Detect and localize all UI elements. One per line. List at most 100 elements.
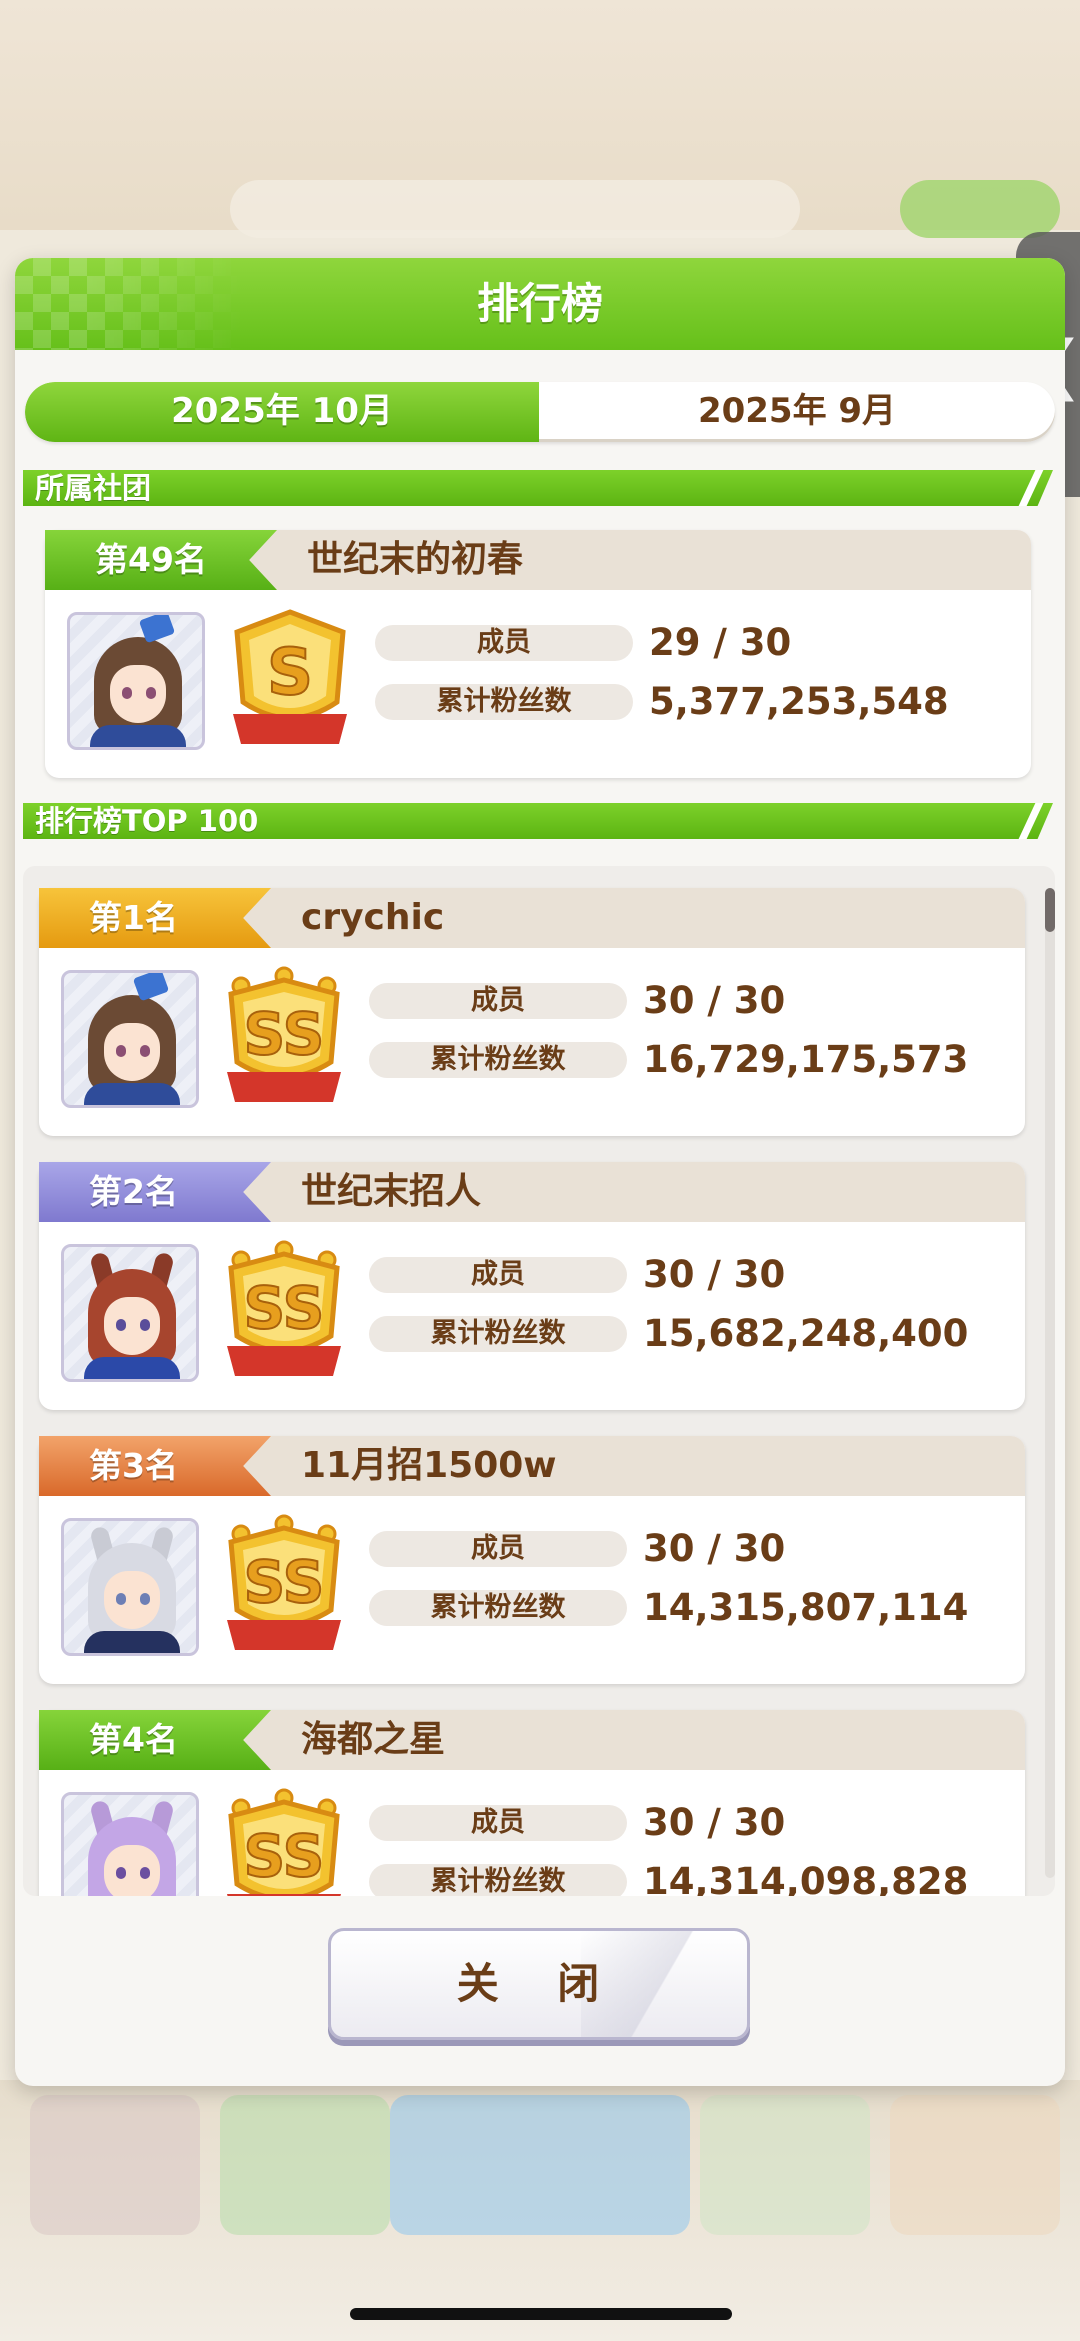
club-name: 11月招1500w	[301, 1445, 557, 1486]
close-button-label: 关 闭	[456, 1959, 622, 2008]
modal-title: 排行榜	[476, 279, 603, 328]
avatar-eye	[116, 1319, 126, 1331]
avatar-eye	[140, 1319, 150, 1331]
club-grade-badge-ss: SS	[219, 1238, 349, 1388]
avatar-collar	[84, 1083, 180, 1105]
fans-value: 15,682,248,400	[643, 1312, 969, 1355]
tab-current-month[interactable]: 2025年 10月	[25, 382, 539, 442]
scrollbar-track[interactable]	[1045, 888, 1055, 1878]
background-nav-tile	[30, 2095, 200, 2235]
background-nav-tile	[220, 2095, 390, 2235]
avatar-collar	[84, 1631, 180, 1653]
close-button[interactable]: 关 闭	[328, 1928, 750, 2040]
avatar-eye	[146, 687, 156, 699]
avatar-face	[104, 1571, 160, 1629]
background-button	[900, 180, 1060, 238]
club-leader-avatar[interactable]	[61, 1792, 199, 1896]
avatar-face	[104, 1845, 160, 1896]
rank-tag: 第49名	[45, 530, 277, 590]
ranking-modal: 排行榜 2025年 10月 2025年 9月 所属社团 第49名 世纪末的初春 …	[15, 258, 1065, 2086]
club-grade-badge-ss: SS	[219, 1512, 349, 1662]
fans-label: 累计粉丝数	[369, 1316, 627, 1352]
fans-value: 16,729,175,573	[643, 1038, 969, 1081]
rank-tag: 第3名	[39, 1436, 271, 1496]
club-grade-badge-ss: SS	[219, 1786, 349, 1896]
members-value: 30 / 30	[643, 1527, 786, 1570]
modal-header: 排行榜	[15, 258, 1065, 350]
avatar-eye	[116, 1045, 126, 1057]
members-value: 30 / 30	[643, 1801, 786, 1844]
card-header: 第2名 世纪末招人	[39, 1162, 1025, 1222]
fans-value: 5,377,253,548	[649, 680, 949, 723]
club-leader-avatar[interactable]	[61, 1244, 199, 1382]
fans-label: 累计粉丝数	[369, 1042, 627, 1078]
section-top100-label: 排行榜TOP 100	[35, 804, 259, 838]
background-search-bar	[230, 180, 800, 238]
club-name: crychic	[301, 897, 445, 938]
svg-text:SS: SS	[244, 1274, 325, 1342]
members-value: 30 / 30	[643, 979, 786, 1022]
fans-label: 累计粉丝数	[369, 1864, 627, 1896]
club-name: 世纪末的初春	[307, 539, 524, 580]
background-nav-tile	[890, 2095, 1060, 2235]
tab-previous-month[interactable]: 2025年 9月	[539, 382, 1055, 442]
grade-ss-icon: SS	[227, 1240, 341, 1376]
rank-tag: 第4名	[39, 1710, 271, 1770]
club-name: 世纪末招人	[301, 1171, 482, 1212]
background-nav-tile	[390, 2095, 690, 2235]
members-label: 成员	[369, 1531, 627, 1567]
members-label: 成员	[375, 625, 633, 661]
club-name: 海都之星	[301, 1719, 446, 1760]
scrollbar-thumb[interactable]	[1045, 888, 1055, 932]
svg-text:SS: SS	[244, 1548, 325, 1616]
rank-tag: 第1名	[39, 888, 271, 948]
svg-text:SS: SS	[244, 1822, 325, 1890]
grade-s-icon: S	[233, 609, 347, 744]
members-label: 成员	[369, 1257, 627, 1293]
card-header: 第4名 海都之星	[39, 1710, 1025, 1770]
ranking-list[interactable]: 第1名 crychic SS 成员 30 / 30 累计粉丝数 16,729,1…	[23, 866, 1063, 1896]
svg-text:S: S	[267, 636, 313, 710]
fans-value: 14,315,807,114	[643, 1586, 969, 1629]
avatar-eye	[140, 1867, 150, 1879]
avatar-collar	[90, 725, 186, 747]
ranking-item[interactable]: 第1名 crychic SS 成员 30 / 30 累计粉丝数 16,729,1…	[39, 888, 1025, 1136]
avatar-face	[104, 1297, 160, 1355]
month-tabs: 2025年 10月 2025年 9月	[25, 382, 1055, 442]
grade-ss-icon: SS	[227, 1514, 341, 1650]
fans-value: 14,314,098,828	[643, 1860, 969, 1897]
card-header: 第3名 11月招1500w	[39, 1436, 1025, 1496]
rank-tag: 第2名	[39, 1162, 271, 1222]
ranking-item[interactable]: 第4名 海都之星 SS 成员 30 / 30 累计粉丝数 14,314,098,…	[39, 1710, 1025, 1896]
club-leader-avatar[interactable]	[67, 612, 205, 750]
home-indicator[interactable]	[350, 2308, 732, 2320]
background-nav-tile	[700, 2095, 870, 2235]
section-my-club: 所属社团	[23, 470, 1053, 506]
section-top100: 排行榜TOP 100	[23, 803, 1053, 839]
ranking-item[interactable]: 第2名 世纪末招人 SS 成员 30 / 30 累计粉丝数 15,682,248…	[39, 1162, 1025, 1410]
avatar-collar	[84, 1357, 180, 1379]
members-label: 成员	[369, 1805, 627, 1841]
ranking-item[interactable]: 第3名 11月招1500w SS 成员 30 / 30 累计粉丝数 14,315…	[39, 1436, 1025, 1684]
my-club-card[interactable]: 第49名 世纪末的初春 S 成员 29 / 30 累计粉丝数 5,377,253…	[45, 530, 1031, 778]
svg-text:SS: SS	[244, 1000, 325, 1068]
avatar-eye	[140, 1593, 150, 1605]
avatar-face	[110, 665, 166, 723]
club-grade-badge-s: S	[225, 606, 355, 756]
avatar-eye	[122, 687, 132, 699]
members-label: 成员	[369, 983, 627, 1019]
avatar-eye	[116, 1867, 126, 1879]
grade-ss-icon: SS	[227, 1788, 341, 1896]
fans-label: 累计粉丝数	[375, 684, 633, 720]
club-leader-avatar[interactable]	[61, 970, 199, 1108]
section-my-club-label: 所属社团	[35, 471, 152, 505]
grade-ss-icon: SS	[227, 966, 341, 1102]
members-value: 29 / 30	[649, 621, 792, 664]
members-value: 30 / 30	[643, 1253, 786, 1296]
club-leader-avatar[interactable]	[61, 1518, 199, 1656]
avatar-eye	[116, 1593, 126, 1605]
card-header: 第49名 世纪末的初春	[45, 530, 1031, 590]
avatar-eye	[140, 1045, 150, 1057]
card-header: 第1名 crychic	[39, 888, 1025, 948]
fans-label: 累计粉丝数	[369, 1590, 627, 1626]
